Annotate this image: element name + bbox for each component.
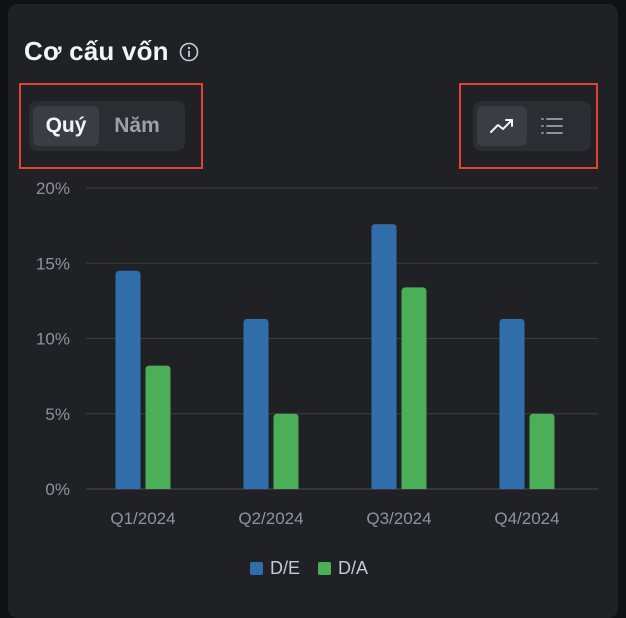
bar-chart: 0% 5% 10% 15% 20% Q1/2024 Q2/2024 Q3/2024 Q4/202… [36,179,598,528]
chart-legend: D/E D/A [250,558,386,579]
bar-de-1[interactable] [243,318,269,489]
x-tick-label: Q1/2024 [110,509,175,528]
y-tick-label: 0% [45,480,70,499]
legend-swatch-de [250,562,263,575]
bar-de-2[interactable] [371,224,397,489]
y-tick-label: 20% [36,179,70,198]
x-tick-label: Q3/2024 [366,509,431,528]
bar-da-0[interactable] [145,365,171,489]
legend-item-da[interactable]: D/A [318,558,368,579]
y-tick-label: 10% [36,330,70,349]
x-tick-label: Q4/2024 [494,509,559,528]
legend-item-de[interactable]: D/E [250,558,300,579]
legend-label-da: D/A [338,558,369,578]
bar-da-1[interactable] [273,413,299,489]
x-tick-label: Q2/2024 [238,509,303,528]
legend-swatch-da [318,562,332,575]
y-tick-label: 5% [45,405,70,424]
bar-de-0[interactable] [115,270,141,489]
bar-de-3[interactable] [499,318,525,489]
bar-da-2[interactable] [401,287,427,489]
legend-label-de: D/E [270,558,301,578]
y-tick-label: 15% [36,254,70,273]
bar-da-3[interactable] [529,413,555,489]
